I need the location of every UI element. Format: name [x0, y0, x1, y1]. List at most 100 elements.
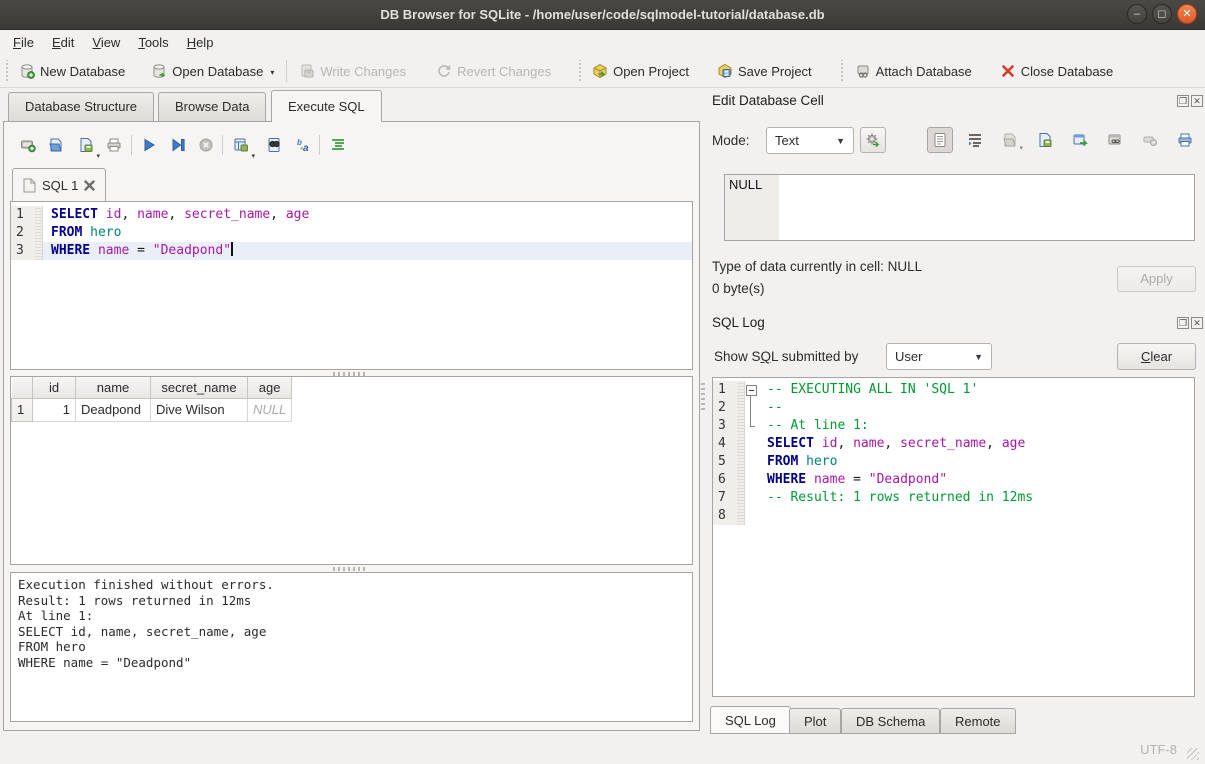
save-project-icon: [717, 63, 733, 79]
find-button[interactable]: [261, 132, 287, 158]
write-changes-button[interactable]: Write Changes: [293, 59, 412, 83]
toolbar-drag-handle[interactable]: [4, 60, 9, 82]
apply-mode-button[interactable]: [860, 127, 886, 153]
execute-all-button[interactable]: [136, 132, 162, 158]
format-sql-button[interactable]: [325, 132, 351, 158]
format-icon: [330, 137, 346, 153]
save-results-button[interactable]: ▾: [228, 132, 254, 158]
replace-button[interactable]: ba: [291, 132, 317, 158]
minimize-button[interactable]: –: [1127, 4, 1147, 24]
float-panel-icon[interactable]: ❐: [1177, 95, 1189, 107]
sql-document-tab[interactable]: SQL 1: [12, 168, 106, 201]
resize-grip[interactable]: [1187, 748, 1199, 760]
printer-icon: [106, 137, 122, 153]
cell-text-mode-button[interactable]: [927, 127, 953, 153]
column-header-secret_name[interactable]: secret_name: [151, 377, 248, 398]
menu-help[interactable]: Help: [178, 32, 223, 53]
code-line: 3WHERE name = "Deadpond": [11, 242, 692, 260]
table-cell[interactable]: NULL: [248, 398, 292, 421]
save-project-button[interactable]: Save Project: [711, 59, 818, 83]
results-grid[interactable]: idnamesecret_nameage11DeadpondDive Wilso…: [10, 376, 693, 565]
tab-remote[interactable]: Remote: [940, 708, 1016, 734]
main-toolbar: New Database Open Database ▾ Write Chang…: [0, 55, 1205, 88]
title-bar[interactable]: DB Browser for SQLite - /home/user/code/…: [0, 0, 1205, 30]
find-icon: [266, 137, 282, 153]
new-sql-tab-button[interactable]: [15, 132, 41, 158]
apply-button[interactable]: Apply: [1117, 266, 1196, 292]
open-database-button[interactable]: Open Database ▾: [145, 59, 280, 83]
close-button[interactable]: ✕: [1177, 4, 1197, 24]
printer-icon: [1177, 132, 1193, 148]
clear-log-button[interactable]: Clear: [1117, 343, 1196, 370]
toolbar-drag-handle[interactable]: [840, 60, 845, 82]
code-line: 2FROM hero: [11, 224, 692, 242]
editor-results-splitter[interactable]: [333, 372, 367, 376]
print-sql-button[interactable]: [101, 132, 127, 158]
sql-tab-label: SQL 1: [42, 169, 78, 202]
fold-marker: [745, 471, 759, 489]
chevron-down-icon: ▼: [836, 136, 845, 146]
print-cell-button[interactable]: [1172, 127, 1198, 153]
table-cell[interactable]: Dive Wilson: [151, 398, 248, 421]
column-header-id[interactable]: id: [33, 377, 76, 398]
tab-execute-sql[interactable]: Execute SQL: [271, 90, 382, 122]
menu-edit[interactable]: Edit: [43, 32, 83, 53]
float-panel-icon[interactable]: ❐: [1177, 317, 1189, 329]
revert-changes-icon: [436, 63, 452, 79]
stop-button[interactable]: [193, 132, 219, 158]
sql-editor[interactable]: 1SELECT id, name, secret_name, age2FROM …: [10, 201, 693, 370]
execution-output[interactable]: Execution finished without errors. Resul…: [10, 572, 693, 722]
column-header-age[interactable]: age: [248, 377, 292, 398]
close-panel-icon[interactable]: ✕: [1191, 317, 1203, 329]
fold-marker[interactable]: [745, 381, 759, 399]
revert-changes-button[interactable]: Revert Changes: [430, 59, 557, 83]
write-changes-icon: [299, 63, 315, 79]
maximize-button[interactable]: ◻: [1152, 4, 1172, 24]
code-line: 3-- At line 1:: [713, 417, 1194, 435]
close-panel-icon[interactable]: ✕: [1191, 95, 1203, 107]
stop-icon: [198, 137, 214, 153]
results-output-splitter[interactable]: [333, 567, 367, 571]
word-wrap-icon: [967, 132, 983, 148]
fold-marker: [745, 399, 759, 417]
column-header-name[interactable]: name: [76, 377, 151, 398]
open-in-external-button[interactable]: [1067, 127, 1093, 153]
tab-browse-data[interactable]: Browse Data: [158, 92, 266, 122]
sql-log-view[interactable]: 1-- EXECUTING ALL IN 'SQL 1'2--3-- At li…: [712, 377, 1195, 697]
text-document-icon: [932, 132, 948, 148]
attach-database-button[interactable]: Attach Database: [849, 59, 978, 83]
table-cell[interactable]: Deadpond: [76, 398, 151, 421]
mode-select[interactable]: Text ▼: [766, 127, 854, 154]
fold-marker: [745, 417, 759, 435]
pane-splitter[interactable]: [701, 380, 705, 410]
tab-plot[interactable]: Plot: [789, 708, 841, 734]
toolbar-drag-handle[interactable]: [577, 60, 582, 82]
close-database-icon: [1000, 63, 1016, 79]
open-project-button[interactable]: Open Project: [586, 59, 695, 83]
execute-current-line-button[interactable]: [165, 132, 191, 158]
close-tab-icon[interactable]: [84, 180, 95, 191]
import-cell-data-button[interactable]: ▾: [997, 127, 1023, 153]
export-file-icon: [1037, 132, 1053, 148]
open-database-dropdown-arrow[interactable]: ▾: [270, 68, 274, 79]
menu-file[interactable]: File: [4, 32, 43, 53]
new-database-button[interactable]: New Database: [13, 59, 131, 83]
export-cell-data-button[interactable]: [1032, 127, 1058, 153]
copy-link-button[interactable]: [1102, 127, 1128, 153]
svg-text:a: a: [303, 143, 309, 153]
table-row[interactable]: 11DeadpondDive WilsonNULL: [12, 398, 292, 421]
log-filter-select[interactable]: User ▼: [886, 343, 992, 370]
code-line: 6WHERE name = "Deadpond": [713, 471, 1194, 489]
word-wrap-button[interactable]: [962, 127, 988, 153]
close-database-button[interactable]: Close Database: [994, 59, 1120, 83]
open-sql-file-button[interactable]: [43, 132, 69, 158]
menu-view[interactable]: View: [83, 32, 129, 53]
menu-tools[interactable]: Tools: [129, 32, 177, 53]
cell-editor[interactable]: NULL: [724, 174, 1195, 241]
tab-database-structure[interactable]: Database Structure: [8, 92, 154, 122]
set-null-button[interactable]: [1137, 127, 1163, 153]
save-sql-file-button[interactable]: ▾: [73, 132, 99, 158]
tab-db-schema[interactable]: DB Schema: [841, 708, 940, 734]
table-cell[interactable]: 1: [33, 398, 76, 421]
tab-sql-log[interactable]: SQL Log: [710, 706, 791, 734]
